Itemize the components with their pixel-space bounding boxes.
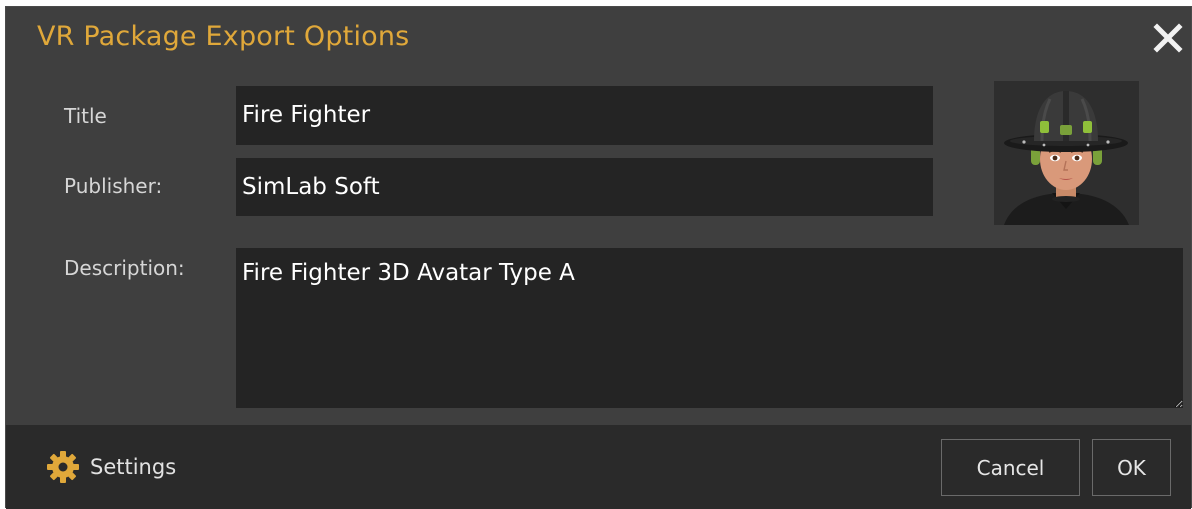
settings-label: Settings — [90, 455, 177, 479]
close-icon — [1153, 23, 1183, 53]
title-label: Title — [64, 104, 107, 128]
description-label: Description: — [64, 256, 185, 280]
ok-button[interactable]: OK — [1092, 439, 1171, 496]
dialog-footer: Settings Cancel OK — [6, 425, 1191, 509]
avatar-thumbnail[interactable] — [994, 81, 1139, 225]
firefighter-avatar-image — [994, 81, 1139, 225]
gear-icon — [47, 451, 79, 483]
export-options-dialog: VR Package Export Options Title Publishe… — [5, 6, 1192, 509]
dialog-title: VR Package Export Options — [37, 21, 410, 52]
title-bar: VR Package Export Options — [6, 7, 1191, 73]
settings-button[interactable]: Settings — [46, 450, 176, 484]
cancel-button[interactable]: Cancel — [941, 439, 1080, 496]
publisher-input[interactable] — [236, 158, 933, 216]
description-textarea[interactable]: Fire Fighter 3D Avatar Type A — [236, 248, 1183, 408]
title-input[interactable] — [236, 86, 933, 145]
publisher-label: Publisher: — [64, 174, 163, 198]
close-button[interactable] — [1151, 21, 1185, 55]
